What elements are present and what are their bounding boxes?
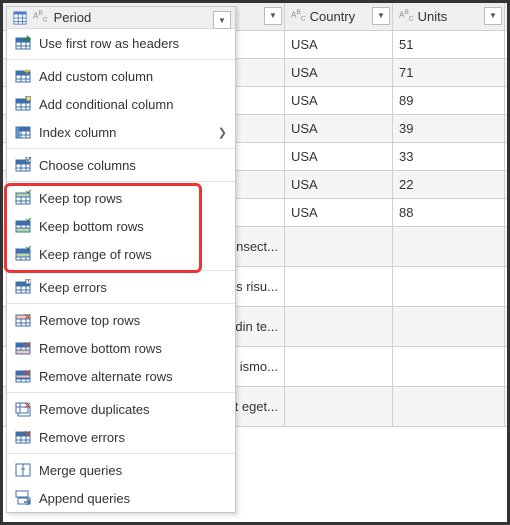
- cell-country[interactable]: [285, 227, 393, 266]
- cell-units[interactable]: [393, 387, 505, 426]
- menu-item-label: Add conditional column: [39, 97, 173, 112]
- menu-item-label: Remove alternate rows: [39, 369, 173, 384]
- menu-item-remove-errors[interactable]: Remove errors: [7, 423, 235, 451]
- menu-item-keep-range-of-rows[interactable]: Keep range of rows: [7, 240, 235, 268]
- remerr-icon: [15, 429, 31, 445]
- append-icon: [15, 490, 31, 506]
- menu-item-merge-queries[interactable]: Merge queries: [7, 456, 235, 484]
- merge-icon: [15, 462, 31, 478]
- menu-separator: [7, 392, 235, 393]
- table-icon[interactable]: [13, 11, 27, 25]
- context-menu: ABC Period ▼ Use first row as headers Add…: [6, 6, 236, 513]
- cell-country[interactable]: USA: [285, 31, 393, 58]
- cell-text: din te...: [235, 314, 278, 340]
- cell-country[interactable]: [285, 387, 393, 426]
- filter-dropdown-period[interactable]: ▼: [264, 7, 282, 25]
- cell-country[interactable]: [285, 267, 393, 306]
- cell-units[interactable]: 51: [393, 31, 505, 58]
- cell-country[interactable]: USA: [285, 59, 393, 86]
- cell-text: ismo...: [240, 354, 278, 380]
- cell-country[interactable]: USA: [285, 171, 393, 198]
- cell-country[interactable]: [285, 347, 393, 386]
- menu-header: ABC Period ▼: [7, 7, 235, 29]
- menu-item-label: Index column: [39, 125, 116, 140]
- cell-country[interactable]: [285, 307, 393, 346]
- header-label-country: Country: [310, 4, 356, 30]
- rembot-icon: [15, 340, 31, 356]
- header-country[interactable]: ABC Country ▼: [285, 3, 393, 30]
- menu-item-remove-bottom-rows[interactable]: Remove bottom rows: [7, 334, 235, 362]
- header-label-units: Units: [418, 4, 448, 30]
- menu-item-label: Choose columns: [39, 158, 136, 173]
- indexcol-icon: [15, 124, 31, 140]
- menu-item-label: Use first row as headers: [39, 36, 179, 51]
- datatype-text-icon: ABC: [399, 10, 414, 22]
- menu-item-add-custom-column[interactable]: Add custom column: [7, 62, 235, 90]
- header-units[interactable]: ABC Units ▼: [393, 3, 505, 30]
- cell-units[interactable]: [393, 347, 505, 386]
- menu-item-append-queries[interactable]: Append queries: [7, 484, 235, 512]
- cell-country[interactable]: USA: [285, 115, 393, 142]
- cell-text: t eget...: [235, 394, 278, 420]
- datatype-text-icon: ABC: [291, 10, 306, 22]
- menu-header-dropdown[interactable]: ▼: [213, 11, 231, 29]
- cell-units[interactable]: 22: [393, 171, 505, 198]
- menu-item-keep-bottom-rows[interactable]: Keep bottom rows: [7, 212, 235, 240]
- menu-separator: [7, 59, 235, 60]
- menu-separator: [7, 181, 235, 182]
- filter-dropdown-country[interactable]: ▼: [372, 7, 390, 25]
- addcol-icon: [15, 68, 31, 84]
- menu-item-label: Keep top rows: [39, 191, 122, 206]
- cell-units[interactable]: [393, 307, 505, 346]
- cell-units[interactable]: [393, 267, 505, 306]
- keeperr-icon: [15, 279, 31, 295]
- choose-icon: [15, 157, 31, 173]
- menu-item-label: Remove duplicates: [39, 402, 150, 417]
- cell-units[interactable]: 71: [393, 59, 505, 86]
- menu-item-label: Remove top rows: [39, 313, 140, 328]
- menu-separator: [7, 303, 235, 304]
- cell-units[interactable]: 39: [393, 115, 505, 142]
- menu-item-label: Remove errors: [39, 430, 125, 445]
- condcol-icon: [15, 96, 31, 112]
- menu-item-label: Keep errors: [39, 280, 107, 295]
- menu-separator: [7, 453, 235, 454]
- remtop-icon: [15, 312, 31, 328]
- cell-units[interactable]: 88: [393, 199, 505, 226]
- menu-separator: [7, 148, 235, 149]
- cell-text: us risu...: [229, 274, 278, 300]
- menu-separator: [7, 270, 235, 271]
- menu-item-choose-columns[interactable]: Choose columns: [7, 151, 235, 179]
- remdup-icon: [15, 401, 31, 417]
- menu-item-remove-duplicates[interactable]: Remove duplicates: [7, 395, 235, 423]
- cell-country[interactable]: USA: [285, 199, 393, 226]
- menu-item-label: Keep range of rows: [39, 247, 152, 262]
- headers-icon: [15, 35, 31, 51]
- menu-item-add-conditional-column[interactable]: Add conditional column: [7, 90, 235, 118]
- menu-item-label: Add custom column: [39, 69, 153, 84]
- keeptop-icon: [15, 190, 31, 206]
- datatype-text-icon: ABC: [33, 11, 48, 23]
- menu-header-label: Period: [54, 10, 92, 25]
- menu-item-keep-top-rows[interactable]: Keep top rows: [7, 184, 235, 212]
- remalt-icon: [15, 368, 31, 384]
- cell-country[interactable]: USA: [285, 87, 393, 114]
- menu-item-label: Merge queries: [39, 463, 122, 478]
- cell-country[interactable]: USA: [285, 143, 393, 170]
- cell-units[interactable]: 33: [393, 143, 505, 170]
- submenu-arrow-icon: ❯: [218, 126, 227, 139]
- menu-item-remove-alternate-rows[interactable]: Remove alternate rows: [7, 362, 235, 390]
- menu-item-keep-errors[interactable]: Keep errors: [7, 273, 235, 301]
- menu-item-label: Keep bottom rows: [39, 219, 144, 234]
- menu-item-label: Remove bottom rows: [39, 341, 162, 356]
- menu-item-index-column[interactable]: Index column ❯: [7, 118, 235, 146]
- menu-item-label: Append queries: [39, 491, 130, 506]
- cell-units[interactable]: [393, 227, 505, 266]
- keeprange-icon: [15, 246, 31, 262]
- cell-units[interactable]: 89: [393, 87, 505, 114]
- menu-item-remove-top-rows[interactable]: Remove top rows: [7, 306, 235, 334]
- filter-dropdown-units[interactable]: ▼: [484, 7, 502, 25]
- menu-item-use-first-row-as-headers[interactable]: Use first row as headers: [7, 29, 235, 57]
- keepbot-icon: [15, 218, 31, 234]
